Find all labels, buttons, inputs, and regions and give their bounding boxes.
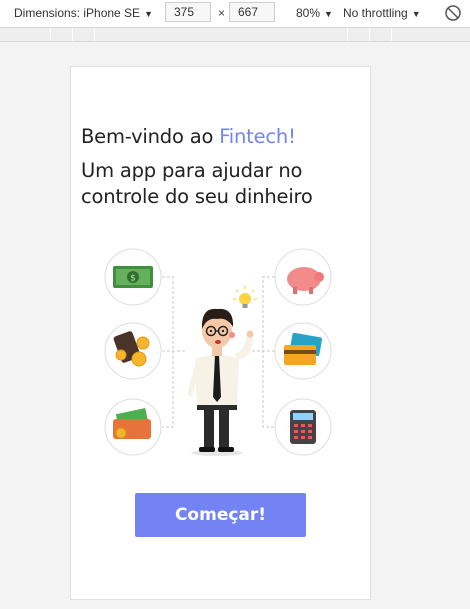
device-select[interactable]: Dimensions: iPhone SE ▼ — [14, 6, 153, 20]
throttling-select[interactable]: No throttling ▼ — [343, 6, 421, 20]
media-query-bar[interactable] — [0, 28, 470, 42]
welcome-text: Bem-vindo ao — [81, 125, 220, 148]
width-input[interactable] — [165, 2, 211, 22]
media-query-segment[interactable] — [94, 28, 95, 41]
device-toolbar: Dimensions: iPhone SE▼ × 80%▼ No throttl… — [0, 0, 470, 28]
chevron-down-icon: ▼ — [144, 9, 153, 19]
chevron-down-icon: ▼ — [411, 9, 421, 19]
wallet-coins-icon — [104, 322, 162, 380]
rotate-icon[interactable] — [444, 4, 462, 22]
piggy-bank-icon — [274, 248, 332, 306]
money-wallet-icon — [104, 398, 162, 456]
businessman-icon — [187, 308, 254, 456]
zoom-label: 80% — [296, 6, 321, 20]
welcome-title: Bem-vindo ao Fintech! — [81, 125, 296, 148]
media-query-segment[interactable] — [391, 28, 392, 41]
calculator-icon — [274, 398, 332, 456]
svg-text:$: $ — [130, 274, 136, 284]
media-query-segment[interactable] — [72, 28, 73, 41]
throttling-label: No throttling — [343, 6, 408, 20]
device-label: Dimensions: iPhone SE — [14, 6, 141, 20]
start-button[interactable]: Começar! — [135, 493, 306, 537]
credit-cards-icon — [274, 322, 332, 380]
light-bulb-icon — [233, 286, 257, 308]
chevron-down-icon: ▼ — [324, 9, 333, 19]
height-input[interactable] — [229, 2, 275, 22]
finance-illustration: $ — [104, 248, 332, 456]
media-query-segment[interactable] — [347, 28, 348, 41]
brand-name: Fintech! — [219, 125, 296, 148]
phone-viewport: Bem-vindo ao Fintech! Um app para ajudar… — [70, 66, 371, 600]
media-query-segment[interactable] — [50, 28, 51, 41]
zoom-select[interactable]: 80% ▼ — [296, 6, 333, 20]
cash-icon: $ — [104, 248, 162, 306]
dimension-separator: × — [218, 6, 226, 20]
subtitle: Um app para ajudar no controle do seu di… — [81, 159, 313, 208]
media-query-segment[interactable] — [369, 28, 370, 41]
